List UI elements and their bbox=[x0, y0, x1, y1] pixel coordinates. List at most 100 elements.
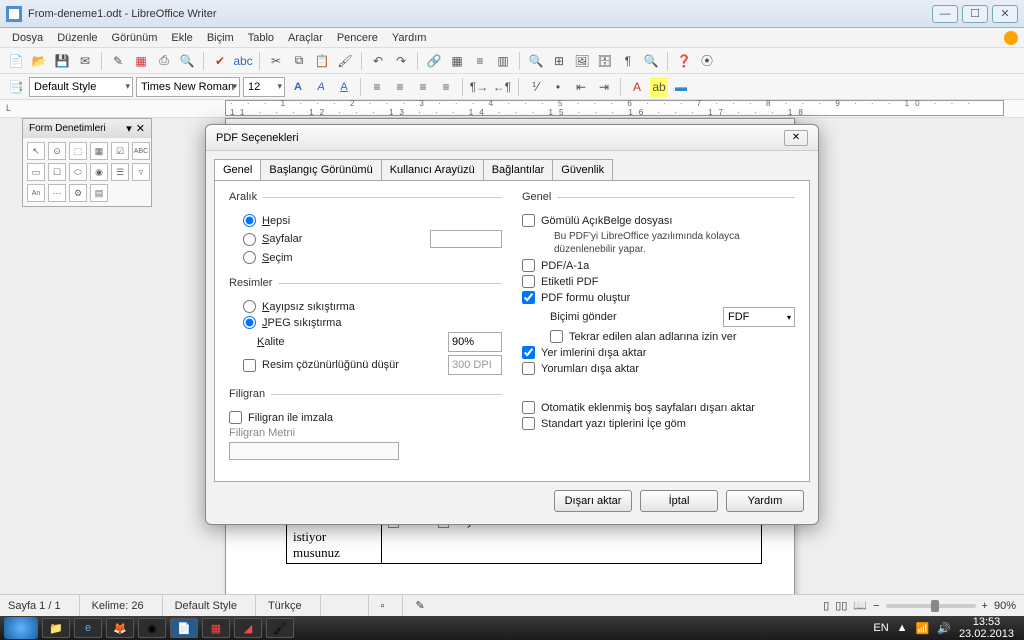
radio-kayipsiz[interactable] bbox=[243, 300, 256, 313]
cut-icon[interactable]: ✂ bbox=[266, 51, 286, 71]
fp-control-icon[interactable]: ⬚ bbox=[69, 142, 87, 160]
task-explorer-icon[interactable]: 📁 bbox=[42, 618, 70, 638]
spellcheck-icon[interactable]: ✔ bbox=[210, 51, 230, 71]
navigator-icon[interactable]: ⊞ bbox=[549, 51, 569, 71]
menu-pencere[interactable]: Pencere bbox=[331, 30, 384, 46]
tab-baglantilar[interactable]: Bağlantılar bbox=[483, 159, 554, 180]
task-writer-icon[interactable]: 📄 bbox=[170, 618, 198, 638]
check-cozunurluk[interactable] bbox=[243, 359, 256, 372]
pdf-icon[interactable]: ▦ bbox=[131, 51, 151, 71]
check-yerimleri[interactable] bbox=[522, 346, 535, 359]
menu-gorunum[interactable]: Görünüm bbox=[106, 30, 164, 46]
cols-icon[interactable]: ▥ bbox=[493, 51, 513, 71]
status-lang[interactable]: Türkçe bbox=[255, 595, 302, 616]
status-insert[interactable] bbox=[320, 595, 350, 616]
help-btn-icon[interactable]: ❓ bbox=[674, 51, 694, 71]
font-size-combo[interactable]: 12▾ bbox=[243, 77, 285, 97]
cancel-button[interactable]: İptal bbox=[640, 490, 718, 512]
radio-secim[interactable] bbox=[243, 251, 256, 264]
align-center-icon[interactable]: ≡ bbox=[390, 77, 410, 97]
styles-icon[interactable]: 📑 bbox=[6, 77, 26, 97]
check-pdfa[interactable] bbox=[522, 259, 535, 272]
format-paint-icon[interactable]: 🖌 bbox=[335, 51, 355, 71]
palette-menu-icon[interactable]: ▾ bbox=[126, 122, 132, 135]
radio-sayfalar[interactable] bbox=[243, 233, 256, 246]
check-bos[interactable] bbox=[522, 401, 535, 414]
fp-radio-icon[interactable]: ◉ bbox=[90, 163, 108, 181]
check-etiketli[interactable] bbox=[522, 275, 535, 288]
task-ie-icon[interactable]: e bbox=[74, 618, 102, 638]
email-icon[interactable]: ✉ bbox=[75, 51, 95, 71]
view-book-icon[interactable]: 📖 bbox=[853, 599, 867, 612]
fp-select-icon[interactable]: ↖ bbox=[27, 142, 45, 160]
palette-close-icon[interactable]: ✕ bbox=[136, 122, 145, 135]
status-sel[interactable]: ▫ bbox=[368, 595, 385, 616]
form-controls-palette[interactable]: Form Denetimleri▾✕ ↖ ⊙ ⬚ ▦ ☑ ABC ▭ ☐ ⬭ ◉… bbox=[22, 118, 152, 207]
check-yazi[interactable] bbox=[522, 417, 535, 430]
find-icon[interactable]: 🔍 bbox=[526, 51, 546, 71]
menu-duzenle[interactable]: Düzenle bbox=[51, 30, 103, 46]
highlight-icon[interactable]: ab bbox=[650, 77, 668, 97]
print-icon[interactable]: ⎙ bbox=[154, 51, 174, 71]
ltr-icon[interactable]: ¶→ bbox=[469, 77, 489, 97]
font-name-combo[interactable]: Times New Roman▾ bbox=[136, 77, 240, 97]
gallery-icon[interactable]: 🖼 bbox=[572, 51, 592, 71]
close-button[interactable]: ✕ bbox=[992, 5, 1018, 23]
fp-nav-icon[interactable]: ▤ bbox=[90, 184, 108, 202]
font-color-icon[interactable]: A bbox=[627, 77, 647, 97]
open-icon[interactable]: 📂 bbox=[29, 51, 49, 71]
datasource-icon[interactable]: 🗄 bbox=[595, 51, 615, 71]
start-button[interactable] bbox=[4, 617, 38, 639]
tab-guvenlik[interactable]: Güvenlik bbox=[552, 159, 613, 180]
spin-kalite[interactable]: 90% bbox=[448, 332, 502, 352]
task-pdf1-icon[interactable]: ▦ bbox=[202, 618, 230, 638]
fp-button-icon[interactable]: ⬭ bbox=[69, 163, 87, 181]
hyperlink-icon[interactable]: 🔗 bbox=[424, 51, 444, 71]
fp-label-icon[interactable]: An bbox=[27, 184, 45, 202]
tab-kullanici[interactable]: Kullanıcı Arayüzü bbox=[381, 159, 484, 180]
abc-icon[interactable]: abc bbox=[233, 51, 253, 71]
fp-list-icon[interactable]: ☰ bbox=[111, 163, 129, 181]
rows-icon[interactable]: ≡ bbox=[470, 51, 490, 71]
task-pdf2-icon[interactable]: ◢ bbox=[234, 618, 262, 638]
check-tekrar[interactable] bbox=[550, 330, 563, 343]
minimize-button[interactable]: — bbox=[932, 5, 958, 23]
menu-araclar[interactable]: Araçlar bbox=[282, 30, 329, 46]
select-bicimi[interactable]: FDF▾ bbox=[723, 307, 795, 327]
whatsthis-icon[interactable]: ⦿ bbox=[697, 51, 717, 71]
dialog-close-button[interactable]: ✕ bbox=[784, 130, 808, 146]
paste-icon[interactable]: 📋 bbox=[312, 51, 332, 71]
menu-tablo[interactable]: Tablo bbox=[242, 30, 280, 46]
status-style[interactable]: Default Style bbox=[162, 595, 237, 616]
save-icon[interactable]: 💾 bbox=[52, 51, 72, 71]
tray-time[interactable]: 13:53 bbox=[959, 616, 1014, 628]
help-button[interactable]: Yardım bbox=[726, 490, 804, 512]
align-right-icon[interactable]: ≡ bbox=[413, 77, 433, 97]
check-gomulu[interactable] bbox=[522, 214, 535, 227]
table-icon[interactable]: ▦ bbox=[447, 51, 467, 71]
status-sig[interactable]: ✎ bbox=[402, 595, 424, 616]
zoom-icon[interactable]: 🔍 bbox=[641, 51, 661, 71]
menu-dosya[interactable]: Dosya bbox=[6, 30, 49, 46]
task-chrome-icon[interactable]: ◉ bbox=[138, 618, 166, 638]
tab-baslangic[interactable]: Başlangıç Görünümü bbox=[260, 159, 381, 180]
tray-vol-icon[interactable]: 🔊 bbox=[937, 622, 951, 635]
bullets-icon[interactable]: • bbox=[548, 77, 568, 97]
align-justify-icon[interactable]: ≡ bbox=[436, 77, 456, 97]
copy-icon[interactable]: ⧉ bbox=[289, 51, 309, 71]
tray-lang[interactable]: EN bbox=[873, 622, 888, 634]
zoom-slider[interactable] bbox=[886, 604, 976, 608]
fp-wizard-icon[interactable]: ⚙ bbox=[69, 184, 87, 202]
zoom-out-icon[interactable]: − bbox=[873, 600, 879, 612]
radio-hepsi[interactable] bbox=[243, 214, 256, 227]
para-style-combo[interactable]: Default Style▾ bbox=[29, 77, 133, 97]
check-formu[interactable] bbox=[522, 291, 535, 304]
new-doc-icon[interactable]: 📄 bbox=[6, 51, 26, 71]
radio-jpeg[interactable] bbox=[243, 316, 256, 329]
fp-combo-icon[interactable]: ▿ bbox=[132, 163, 150, 181]
task-paint-icon[interactable]: 🖌 bbox=[266, 618, 294, 638]
numbering-icon[interactable]: ⅟ bbox=[525, 77, 545, 97]
status-words[interactable]: Kelime: 26 bbox=[79, 595, 144, 616]
tray-flag-icon[interactable]: ▲ bbox=[897, 622, 908, 634]
italic-icon[interactable]: A bbox=[311, 77, 331, 97]
